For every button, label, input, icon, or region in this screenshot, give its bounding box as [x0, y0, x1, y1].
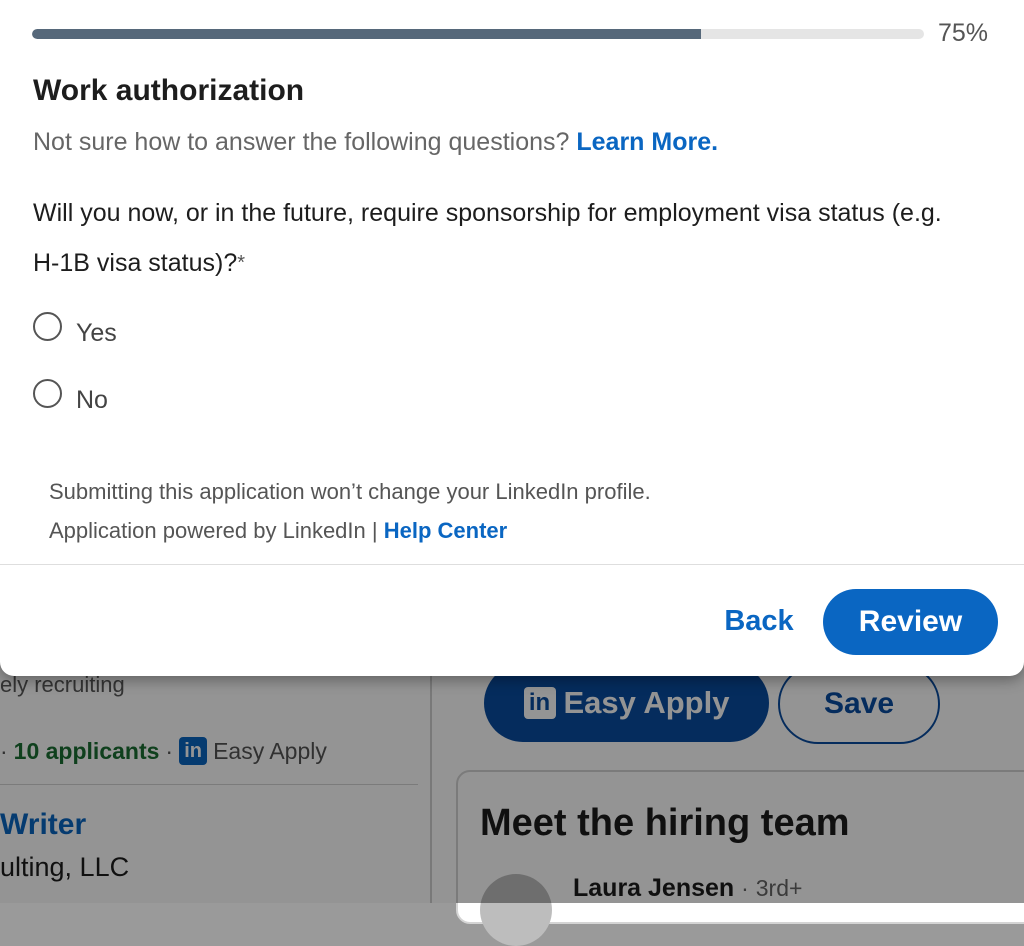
radio-yes[interactable]: [33, 312, 62, 341]
learn-more-link[interactable]: Learn More.: [576, 128, 718, 156]
progress-percent: 75%: [938, 19, 989, 47]
back-button[interactable]: Back: [706, 598, 812, 644]
footer-line-profile: Submitting this application won’t change…: [49, 479, 651, 504]
progress-bar-fill: [32, 29, 701, 39]
apply-modal: 75% Work authorization Not sure how to a…: [0, 0, 1024, 676]
help-center-link[interactable]: Help Center: [384, 518, 507, 543]
progress-bar: [32, 29, 924, 39]
question-text: Will you now, or in the future, require …: [33, 199, 942, 277]
radio-option-yes[interactable]: Yes: [33, 305, 117, 348]
footer-divider: [0, 564, 1024, 565]
required-marker: *: [237, 252, 246, 274]
subtitle-text: Not sure how to answer the following que…: [33, 128, 570, 156]
radio-label-yes: Yes: [76, 319, 117, 347]
question-label: Will you now, or in the future, require …: [33, 188, 953, 288]
section-subtitle: Not sure how to answer the following que…: [33, 128, 718, 157]
review-button[interactable]: Review: [823, 589, 998, 655]
footer-line-powered: Application powered by LinkedIn | Help C…: [49, 511, 651, 550]
application-footer-note: Submitting this application won’t change…: [49, 472, 651, 550]
section-title: Work authorization: [33, 74, 305, 107]
radio-label-no: No: [76, 386, 108, 414]
radio-option-no[interactable]: No: [33, 372, 108, 415]
radio-no[interactable]: [33, 379, 62, 408]
powered-by-text: Application powered by LinkedIn |: [49, 518, 378, 543]
